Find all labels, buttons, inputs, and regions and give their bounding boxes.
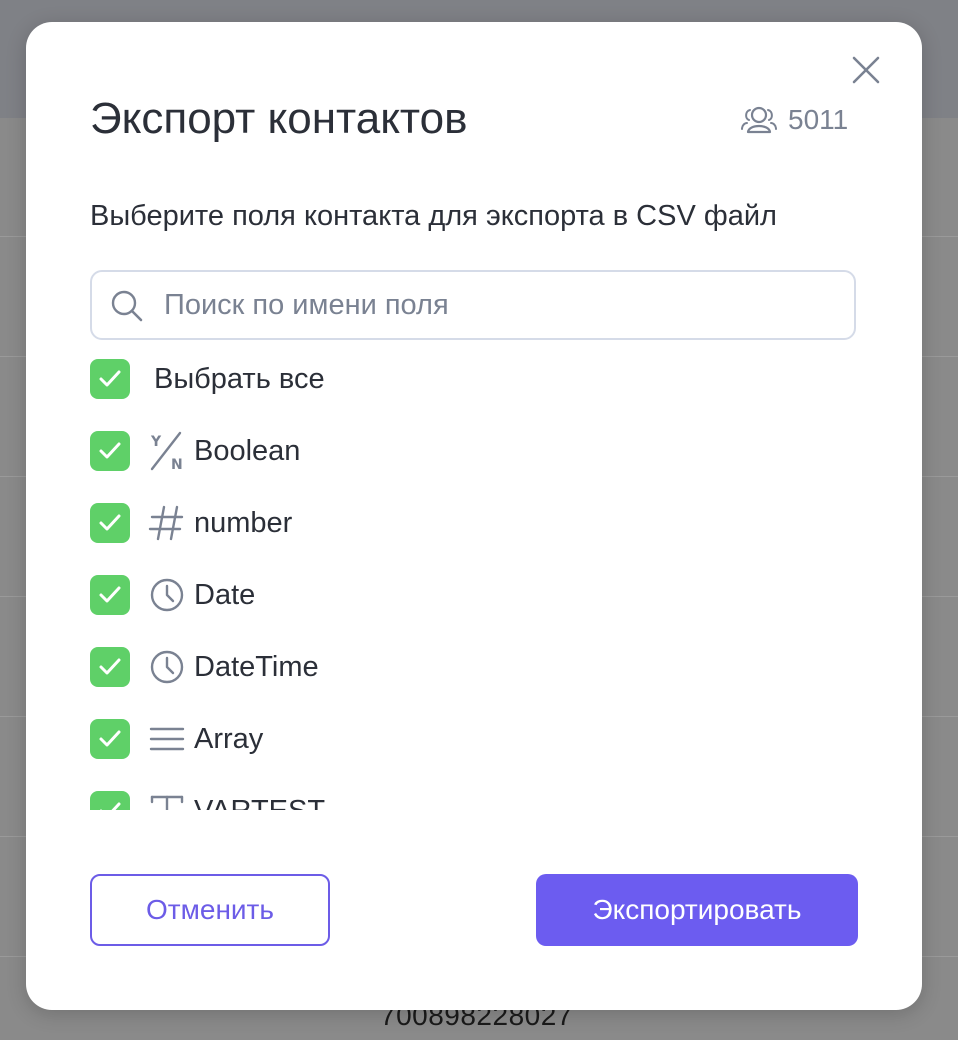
check-icon	[99, 586, 121, 603]
field-label: Boolean	[194, 434, 301, 467]
field-label: number	[194, 506, 293, 539]
check-icon	[99, 370, 121, 387]
modal-subtitle: Выберите поля контакта для экспорта в CS…	[90, 200, 777, 232]
cancel-button[interactable]: Отменить	[90, 874, 330, 946]
text-icon	[148, 791, 186, 810]
check-icon	[99, 730, 121, 747]
modal-title: Экспорт контактов	[90, 94, 468, 143]
search-icon	[111, 290, 143, 322]
field-row-date[interactable]: Date	[90, 574, 255, 616]
select-all-row[interactable]: Выбрать все	[90, 358, 325, 400]
close-icon	[852, 56, 880, 84]
svg-text:Y: Y	[150, 434, 162, 450]
hash-icon	[148, 503, 186, 543]
field-label: VARTEST	[194, 795, 325, 811]
field-checkbox-number[interactable]	[90, 503, 130, 543]
field-checkbox-array[interactable]	[90, 719, 130, 759]
field-checkbox-vartest[interactable]	[90, 791, 130, 810]
close-button[interactable]	[848, 52, 884, 88]
search-field	[90, 270, 856, 340]
field-label: Array	[194, 722, 264, 755]
field-row-vartest[interactable]: VARTEST	[90, 790, 325, 810]
field-checkbox-datetime[interactable]	[90, 647, 130, 687]
field-label: Date	[194, 578, 256, 611]
check-icon	[99, 514, 121, 531]
clock-icon	[148, 647, 186, 687]
select-all-label: Выбрать все	[154, 362, 325, 395]
list-lines-icon	[148, 719, 186, 759]
fields-list: Выбрать все Y N Boolean number Date Date…	[90, 356, 856, 810]
field-checkbox-boolean[interactable]	[90, 431, 130, 471]
export-contacts-modal: Экспорт контактов 5011 Выберите поля кон…	[26, 22, 922, 1010]
yes-no-icon: Y N	[148, 431, 186, 471]
svg-text:N: N	[171, 457, 183, 471]
select-all-checkbox[interactable]	[90, 359, 130, 399]
export-button[interactable]: Экспортировать	[536, 874, 858, 946]
field-row-array[interactable]: Array	[90, 718, 263, 760]
search-input[interactable]	[164, 282, 834, 328]
field-row-datetime[interactable]: DateTime	[90, 646, 319, 688]
contacts-count-value: 5011	[788, 104, 849, 135]
check-icon	[99, 658, 121, 675]
field-label: DateTime	[194, 650, 319, 683]
users-icon	[741, 106, 777, 134]
field-row-boolean[interactable]: Y N Boolean	[90, 430, 300, 472]
contacts-count: 5011	[740, 102, 848, 138]
field-checkbox-date[interactable]	[90, 575, 130, 615]
field-row-number[interactable]: number	[90, 502, 292, 544]
check-icon	[99, 442, 121, 459]
clock-icon	[148, 575, 186, 615]
check-icon	[99, 802, 121, 810]
